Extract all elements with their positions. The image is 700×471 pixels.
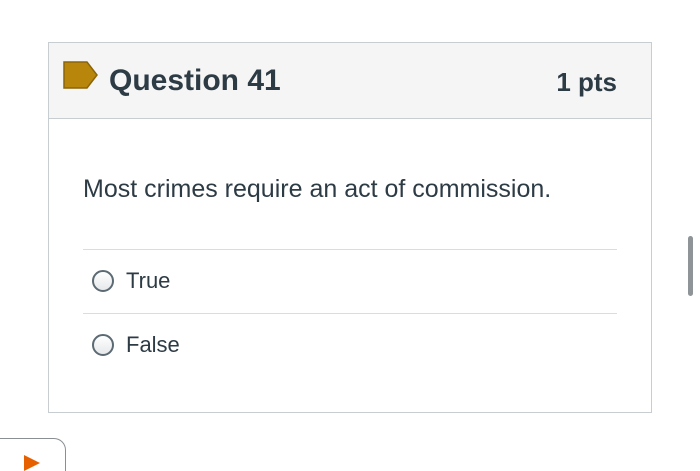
- question-text: Most crimes require an act of commission…: [83, 175, 552, 203]
- question-points: 1 pts: [556, 67, 617, 97]
- answer-label[interactable]: True: [126, 266, 170, 296]
- answer-label[interactable]: False: [126, 330, 180, 360]
- media-play-tab[interactable]: [0, 438, 66, 471]
- play-icon: [24, 455, 40, 471]
- question-title: Question 41: [109, 64, 281, 97]
- answer-option-false[interactable]: False: [83, 313, 617, 377]
- radio-button[interactable]: [92, 334, 114, 356]
- question-card: Question 41 1 pts Most crimes require an…: [48, 42, 652, 413]
- scrollbar-thumb[interactable]: [688, 236, 693, 296]
- radio-button[interactable]: [92, 270, 114, 292]
- bookmark-flag-icon[interactable]: [63, 61, 99, 89]
- answer-option-true[interactable]: True: [83, 249, 617, 313]
- question-header: Question 41 1 pts: [49, 43, 651, 119]
- quiz-page: Question 41 1 pts Most crimes require an…: [0, 0, 700, 471]
- answer-list: True False: [83, 249, 617, 377]
